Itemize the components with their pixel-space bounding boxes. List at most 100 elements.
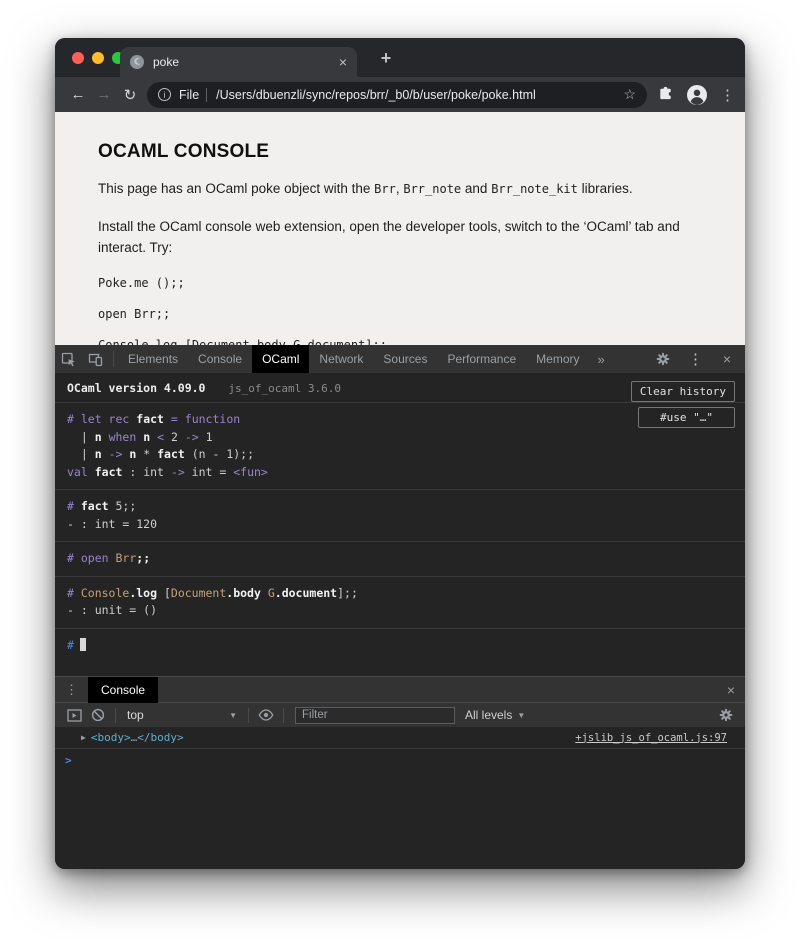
- code-token: (n - 1);;: [185, 447, 254, 461]
- repl-prompt-line[interactable]: #: [55, 629, 745, 663]
- devtools-tab-sources[interactable]: Sources: [373, 345, 437, 373]
- device-toolbar-icon[interactable]: [82, 345, 109, 373]
- drawer-tab-console[interactable]: Console: [88, 677, 158, 703]
- code-token: when: [109, 430, 137, 444]
- code-token: [109, 551, 116, 565]
- bookmark-star-icon[interactable]: ☆: [623, 86, 636, 103]
- use-file-button[interactable]: #use "…": [638, 407, 735, 428]
- expand-arrow-icon[interactable]: ▶: [81, 733, 86, 742]
- chevron-down-icon: ▼: [517, 711, 525, 720]
- clear-history-button[interactable]: Clear history: [631, 381, 735, 402]
- code-token: fact: [81, 499, 109, 513]
- toolbar-divider: [248, 708, 249, 723]
- code-token: .body: [226, 586, 261, 600]
- console-message-row[interactable]: ▶ <body>…</body> +jslib_js_of_ocaml.js:9…: [55, 727, 745, 749]
- code-token: .log: [129, 586, 157, 600]
- filter-input[interactable]: [295, 707, 455, 724]
- console-prompt-row[interactable]: >: [55, 749, 745, 771]
- address-url[interactable]: /Users/dbuenzli/sync/repos/brr/_b0/b/use…: [216, 88, 615, 102]
- code-token: open: [81, 551, 109, 565]
- browser-menu-icon[interactable]: ⋮: [720, 86, 735, 104]
- context-selector[interactable]: top ▼: [121, 708, 243, 722]
- extensions-puzzle-icon[interactable]: [657, 86, 674, 103]
- code-token: |: [67, 430, 95, 444]
- ocaml-version: OCaml version 4.09.0: [67, 381, 205, 395]
- page-info-icon[interactable]: i: [158, 88, 171, 101]
- console-dom-preview[interactable]: <body>…</body>: [91, 731, 184, 744]
- code-token: Console: [81, 586, 129, 600]
- devtools-tabs: ElementsConsoleOCamlNetworkSourcesPerfor…: [118, 345, 590, 373]
- page-content: OCAML CONSOLE This page has an OCaml pok…: [55, 112, 745, 345]
- more-tabs-icon[interactable]: »: [590, 352, 613, 367]
- forward-icon[interactable]: →: [91, 86, 117, 103]
- code-token: ->: [185, 430, 199, 444]
- code-token: #: [67, 499, 81, 513]
- devtools-tab-ocaml[interactable]: OCaml: [252, 345, 309, 373]
- log-levels-dropdown[interactable]: All levels ▼: [465, 708, 525, 722]
- page-paragraph-libraries: This page has an OCaml poke object with …: [98, 179, 725, 200]
- live-expression-eye-icon[interactable]: [254, 709, 278, 721]
- close-window-icon[interactable]: [72, 52, 84, 64]
- code-token: ;;: [136, 551, 150, 565]
- address-bar[interactable]: i File /Users/dbuenzli/sync/repos/brr/_b…: [147, 82, 647, 108]
- console-messages: ▶ <body>…</body> +jslib_js_of_ocaml.js:9…: [55, 727, 745, 869]
- inline-code: Brr: [374, 182, 396, 196]
- settings-gear-icon[interactable]: [649, 345, 676, 373]
- code-sample-line: Poke.me ();;: [98, 276, 725, 290]
- devtools-tab-memory[interactable]: Memory: [526, 345, 589, 373]
- code-token: [164, 412, 171, 426]
- page-paragraph-install: Install the OCaml console web extension,…: [98, 217, 725, 259]
- devtools-tab-elements[interactable]: Elements: [118, 345, 188, 373]
- code-token: <fun>: [233, 465, 268, 479]
- devtools-tab-console[interactable]: Console: [188, 345, 252, 373]
- repl-line: - : int = 120: [67, 516, 733, 534]
- code-token: int =: [185, 465, 233, 479]
- devtools-close-icon[interactable]: ×: [715, 351, 739, 367]
- drawer-close-icon[interactable]: ×: [727, 682, 735, 698]
- inspect-element-icon[interactable]: [55, 345, 82, 373]
- back-icon[interactable]: ←: [65, 86, 91, 103]
- code-token: #: [67, 586, 81, 600]
- tab-close-icon[interactable]: ×: [339, 55, 347, 69]
- code-token: fact: [95, 465, 123, 479]
- drawer-menu-icon[interactable]: ⋮: [65, 682, 78, 698]
- code-token: 5;;: [109, 499, 137, 513]
- profile-avatar-icon[interactable]: [687, 85, 707, 105]
- clear-console-icon[interactable]: [86, 708, 110, 722]
- toolbar-divider: [283, 708, 284, 723]
- new-tab-button[interactable]: +: [373, 48, 399, 69]
- source-link[interactable]: +jslib_js_of_ocaml.js:97: [575, 732, 727, 744]
- toolbar-right: ⋮: [657, 85, 735, 105]
- code-token: fact: [136, 412, 164, 426]
- console-settings-gear-icon[interactable]: [714, 708, 738, 722]
- code-token: [178, 412, 185, 426]
- code-token: n: [95, 430, 102, 444]
- devtools-tab-performance[interactable]: Performance: [437, 345, 526, 373]
- code-token: ->: [171, 465, 185, 479]
- code-token: val: [67, 465, 88, 479]
- repl-entry: # open Brr;;: [55, 542, 745, 577]
- code-sample-line: open Brr;;: [98, 307, 725, 321]
- repl-line: | n when n < 2 -> 1: [67, 429, 733, 447]
- devtools-controls: ⋮ ×: [649, 345, 739, 373]
- devtools-menu-icon[interactable]: ⋮: [682, 345, 709, 373]
- code-token: |: [67, 447, 95, 461]
- devtools-tab-network[interactable]: Network: [309, 345, 373, 373]
- repl-history: # let rec fact = function | n when n < 2…: [55, 403, 745, 629]
- browser-tab[interactable]: poke ×: [120, 47, 357, 77]
- jsoo-version: js_of_ocaml 3.6.0: [228, 382, 341, 395]
- tab-strip: poke × +: [55, 38, 745, 77]
- minimize-window-icon[interactable]: [92, 52, 104, 64]
- inline-code: Brr_note_kit: [491, 182, 578, 196]
- code-token: function: [185, 412, 240, 426]
- reload-icon[interactable]: ↻: [117, 86, 143, 104]
- repl-line: # Console.log [Document.body G.document]…: [67, 585, 733, 603]
- repl-entry: # fact 5;; - : int = 120: [55, 490, 745, 542]
- code-token: [261, 586, 268, 600]
- toolbar-divider: [115, 708, 116, 723]
- console-sidebar-icon[interactable]: [62, 709, 86, 722]
- code-token: </body>: [137, 731, 183, 744]
- repl-line: val fact : int -> int = <fun>: [67, 464, 733, 482]
- devtools-tab-bar: ElementsConsoleOCamlNetworkSourcesPerfor…: [55, 345, 745, 373]
- code-token: ->: [109, 447, 123, 461]
